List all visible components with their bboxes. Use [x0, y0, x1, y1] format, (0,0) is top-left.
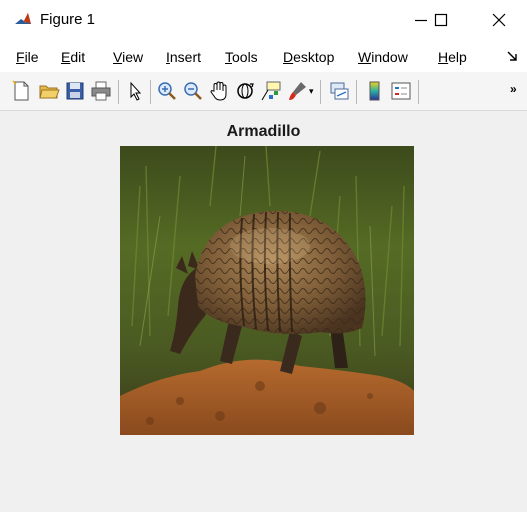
close-icon [492, 13, 506, 27]
menu-window[interactable]: Window [358, 48, 408, 66]
brush-dropdown-icon[interactable]: ▾ [309, 86, 314, 97]
menu-help[interactable]: Help [438, 48, 467, 66]
colorbar-icon[interactable] [364, 80, 386, 102]
maximize-icon [434, 13, 448, 27]
armadillo-photo [120, 146, 414, 435]
axes-image [120, 146, 414, 435]
save-icon[interactable] [64, 80, 86, 102]
maximize-button[interactable] [418, 0, 464, 40]
menu-tools[interactable]: Tools [225, 48, 258, 66]
rotate-3d-icon[interactable] [234, 80, 256, 102]
new-figure-icon[interactable] [10, 80, 32, 102]
menu-insert[interactable]: Insert [166, 48, 201, 66]
toolbar-separator [320, 80, 321, 104]
pan-hand-icon[interactable] [208, 80, 230, 102]
zoom-out-icon[interactable] [182, 80, 204, 102]
toolbar-separator [118, 80, 119, 104]
legend-icon[interactable] [390, 80, 412, 102]
print-icon[interactable] [90, 80, 112, 102]
open-file-icon[interactable] [38, 80, 60, 102]
menu-view[interactable]: View [113, 48, 143, 66]
toolbar-overflow-button[interactable]: » [510, 82, 517, 96]
menu-bar: File Edit View Insert Tools Desktop Wind… [0, 40, 527, 72]
data-cursor-icon[interactable] [260, 80, 282, 102]
menu-edit[interactable]: Edit [61, 48, 85, 66]
zoom-in-icon[interactable] [156, 80, 178, 102]
dock-arrow-icon[interactable] [505, 49, 519, 63]
axes-title: Armadillo [226, 123, 301, 140]
matlab-icon [14, 11, 32, 29]
brush-icon[interactable] [286, 80, 308, 102]
link-plot-icon[interactable] [328, 80, 350, 102]
window-title: Figure 1 [40, 11, 96, 28]
figure-toolbar: ▾ » [0, 72, 527, 111]
toolbar-separator [150, 80, 151, 104]
menu-desktop[interactable]: Desktop [283, 48, 334, 66]
toolbar-separator [418, 80, 419, 104]
toolbar-separator [356, 80, 357, 104]
menu-file[interactable]: File [16, 48, 39, 66]
title-bar: Figure 1 [0, 0, 527, 40]
select-pointer-icon[interactable] [124, 80, 146, 102]
figure-window: Figure 1 File Edit View Insert Tools Des… [0, 0, 527, 512]
close-button[interactable] [476, 0, 522, 40]
